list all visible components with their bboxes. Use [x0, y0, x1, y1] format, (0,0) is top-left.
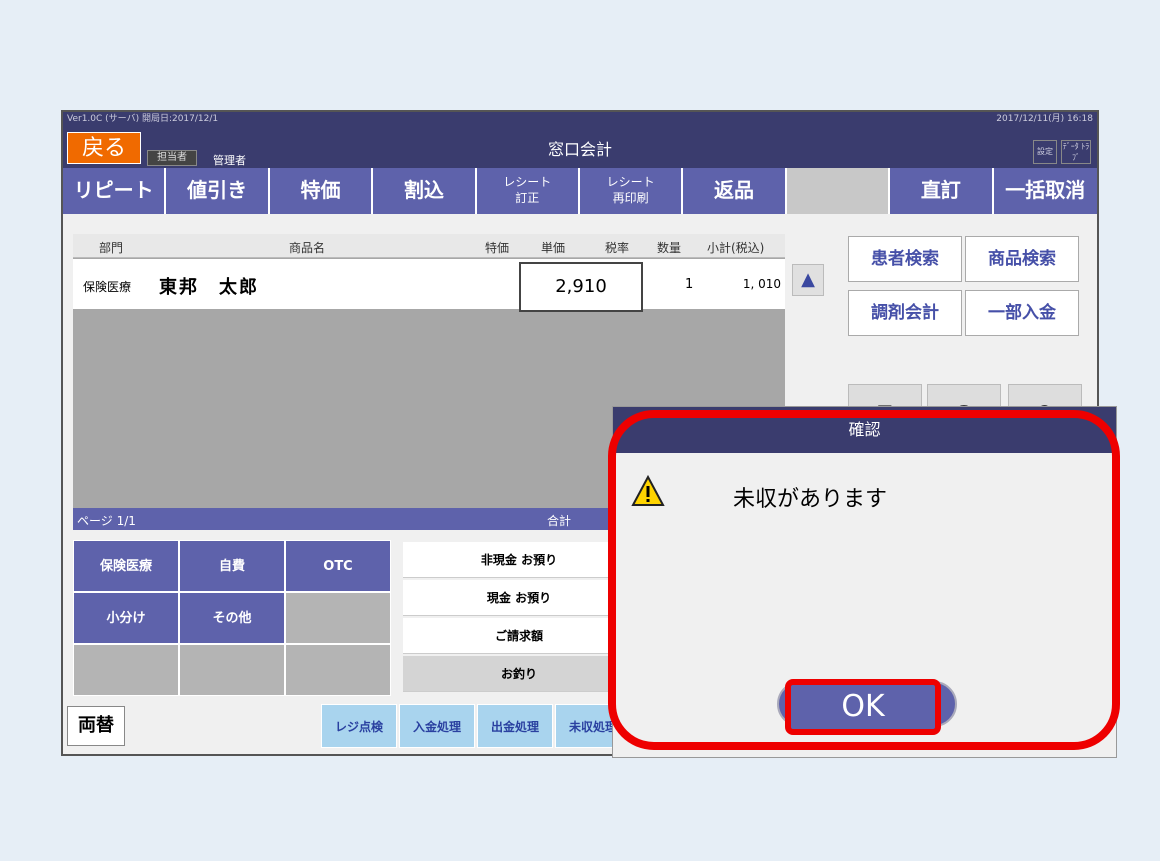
receipt-reprint-label-1: レシート	[606, 175, 655, 189]
col-special: 特価	[485, 241, 510, 255]
change-label: お釣り	[403, 656, 635, 692]
deposit-button[interactable]: 入金処理	[399, 704, 475, 748]
direct-correct-button[interactable]: 直訂	[890, 168, 994, 214]
row-dept: 保険医療	[83, 280, 132, 294]
partial-payment-button[interactable]: 一部入金	[965, 290, 1079, 336]
interrupt-button[interactable]: 割込	[373, 168, 477, 214]
category-blank-4	[285, 644, 391, 696]
exchange-button[interactable]: 両替	[67, 706, 125, 746]
special-price-button[interactable]: 特価	[269, 168, 374, 214]
blank-button	[786, 168, 891, 214]
category-blank-2	[73, 644, 179, 696]
settings-button[interactable]: 設定	[1033, 140, 1057, 164]
data-trouble-button[interactable]: ﾃﾞｰﾀ ﾄﾗﾌﾞ	[1061, 140, 1091, 164]
cash-deposit-label: 現金 お預り	[403, 580, 635, 616]
discount-button[interactable]: 値引き	[166, 168, 270, 214]
table-header: 部門 商品名 特価 単価 税率 数量 小計(税込)	[73, 234, 785, 258]
page-indicator: ページ 1/1	[77, 514, 136, 528]
row-subtotal: 1, 010	[742, 277, 781, 291]
category-blank-3	[179, 644, 285, 696]
register-check-button[interactable]: レジ点検	[321, 704, 397, 748]
row-name: 東邦 太郎	[159, 277, 259, 298]
category-self-pay[interactable]: 自費	[179, 540, 285, 592]
category-other[interactable]: その他	[179, 592, 285, 644]
row-price-field[interactable]: 2,910	[519, 262, 643, 312]
col-price: 単価	[541, 241, 566, 255]
row-qty: 1	[685, 277, 694, 292]
col-subtotal: 小計(税込)	[707, 241, 765, 255]
cancel-all-button[interactable]: 一括取消	[993, 168, 1097, 214]
header: 戻る 担当者 管理者 窓口会計 設定 ﾃﾞｰﾀ ﾄﾗﾌﾞ	[63, 126, 1097, 168]
datetime: 2017/12/11(月) 16:18	[996, 114, 1093, 124]
withdraw-button[interactable]: 出金処理	[477, 704, 553, 748]
table-row[interactable]: 保険医療 東邦 太郎 2,910 1 1, 010	[73, 259, 785, 312]
function-bar: リピート 値引き 特価 割込 レシート訂正 レシート再印刷 返品 直訂 一括取消	[63, 168, 1097, 214]
total-label: 合計	[547, 514, 572, 528]
version-info: Ver1.0C (サーバ) 開局日:2017/12/1	[67, 114, 219, 124]
repeat-button[interactable]: リピート	[63, 168, 167, 214]
page-title: 窓口会計	[547, 140, 612, 159]
receipt-reprint-button[interactable]: レシート 再印刷	[579, 168, 684, 214]
scroll-up-icon[interactable]: ▲	[792, 264, 824, 296]
category-otc[interactable]: OTC	[285, 540, 391, 592]
receipt-correct-button[interactable]: レシート 訂正	[476, 168, 580, 214]
noncash-deposit-label: 非現金 お預り	[403, 542, 635, 578]
category-subdivide[interactable]: 小分け	[73, 592, 179, 644]
patient-search-button[interactable]: 患者検索	[848, 236, 962, 282]
return-button[interactable]: 返品	[683, 168, 787, 214]
receipt-reprint-label-2: 再印刷	[612, 191, 649, 205]
receipt-correct-label-2: 訂正	[515, 191, 540, 205]
receipt-correct-label-1: レシート	[503, 175, 552, 189]
col-name: 商品名	[289, 241, 326, 255]
category-blank-1	[285, 592, 391, 644]
col-dept: 部門	[99, 241, 124, 255]
dispensing-button[interactable]: 調剤会計	[848, 290, 962, 336]
col-tax: 税率	[605, 241, 630, 255]
category-insurance[interactable]: 保険医療	[73, 540, 179, 592]
col-qty: 数量	[657, 241, 682, 255]
highlight-outline	[608, 410, 1120, 750]
product-search-button[interactable]: 商品検索	[965, 236, 1079, 282]
invoice-label: ご請求額	[403, 618, 635, 654]
status-bar: Ver1.0C (サーバ) 開局日:2017/12/1 2017/12/11(月…	[63, 112, 1097, 126]
